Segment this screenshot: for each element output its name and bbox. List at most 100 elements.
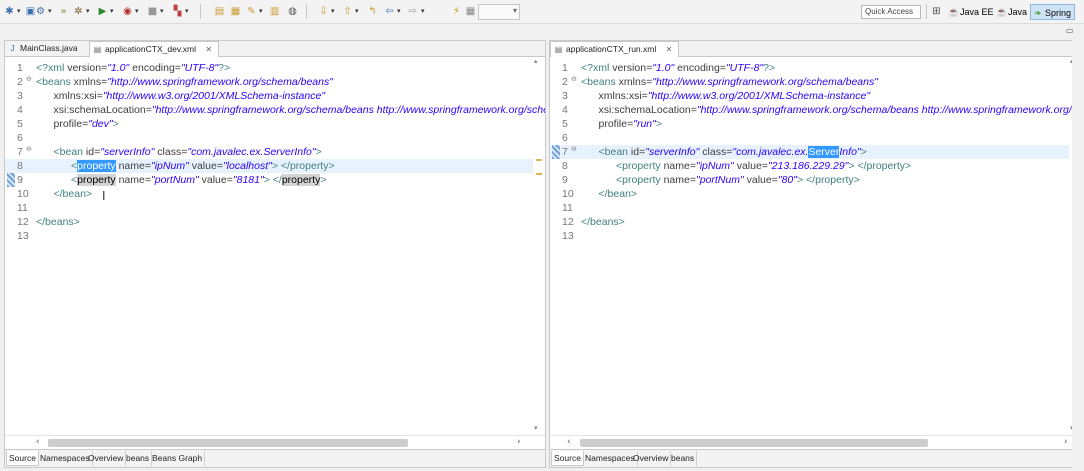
fold-toggle-icon[interactable]: ⊖ xyxy=(26,73,32,87)
close-icon[interactable]: ✕ xyxy=(205,45,212,54)
fold-toggle-icon[interactable]: ⊖ xyxy=(571,73,577,87)
prev-annotation-icon[interactable]: ⇧ xyxy=(341,5,354,18)
code-line[interactable]: 7 ⊖ <bean id="serverInfo" class="com.java… xyxy=(5,145,533,159)
quick-access-input[interactable]: Quick Access xyxy=(861,5,921,19)
code-line[interactable]: 11 xyxy=(5,201,533,215)
stop-dropdown-icon[interactable]: ▾ xyxy=(160,7,164,15)
code-line[interactable]: 8 <property name="ipNum" value="localhos… xyxy=(5,159,533,173)
code-line[interactable]: 3 xmlns:xsi="http://www.w3.org/2001/XMLS… xyxy=(550,89,1069,103)
debug-dropdown-icon[interactable]: ▾ xyxy=(48,7,52,15)
code-line[interactable]: 12 </beans> xyxy=(5,215,533,229)
open-folder-icon[interactable]: ▦ xyxy=(229,5,242,18)
horizontal-scrollbar[interactable]: ‹ › xyxy=(550,435,1081,449)
perspective-spring[interactable]: ❧ Spring xyxy=(1030,4,1076,20)
bottom-tab-source[interactable]: Source xyxy=(6,451,39,466)
forward-dropdown-icon[interactable]: ▾ xyxy=(421,7,425,15)
tab-mainclass-java[interactable]: J MainClass.java xyxy=(5,41,84,57)
scrollbar-thumb[interactable] xyxy=(48,439,408,447)
new-icon[interactable]: ✱ xyxy=(3,5,16,18)
toggle-icon[interactable]: » xyxy=(57,5,70,18)
external-tools-dropdown-icon[interactable]: ▾ xyxy=(135,7,139,15)
fold-toggle-icon[interactable]: ⊖ xyxy=(571,143,577,157)
last-edit-icon[interactable]: ↰ xyxy=(366,5,379,18)
code-line[interactable]: 6 xyxy=(550,131,1069,145)
open-task-icon[interactable]: ▥ xyxy=(268,5,281,18)
tab-applicationctx-dev[interactable]: ▤ applicationCTX_dev.xml ✕ xyxy=(89,41,220,58)
code-line[interactable]: 1 <?xml version="1.0" encoding="UTF-8"?> xyxy=(5,61,533,75)
annotation-marker[interactable] xyxy=(552,145,560,159)
debug-icon[interactable]: ⚙ xyxy=(34,5,47,18)
grid-icon[interactable]: ▦ xyxy=(464,5,477,18)
bottom-tab-overview[interactable]: Overview xyxy=(86,451,127,466)
code-editor[interactable]: ▴ ▾ 1<?xml version="1.0" encoding="UTF-8… xyxy=(550,57,1081,435)
open-type-icon[interactable]: ▤ xyxy=(213,5,226,18)
bottom-tab-source[interactable]: Source xyxy=(551,451,584,466)
bottom-tab-namespaces[interactable]: Namespaces xyxy=(583,451,638,466)
stop-icon[interactable]: ■ xyxy=(146,5,159,18)
code-line[interactable]: 10 </bean> xyxy=(550,187,1069,201)
run-icon[interactable]: ▶ xyxy=(96,5,109,18)
globe-icon[interactable]: ◍ xyxy=(286,5,299,18)
close-icon[interactable]: ✕ xyxy=(666,45,673,54)
scroll-up-icon[interactable]: ▴ xyxy=(534,57,538,65)
code-line[interactable]: 1 <?xml version="1.0" encoding="UTF-8"?> xyxy=(550,61,1069,75)
code-line[interactable]: 4 xsi:schemaLocation="http://www.springf… xyxy=(5,103,545,117)
external-tools-icon[interactable]: ◉ xyxy=(121,5,134,18)
code-line[interactable]: 6 xyxy=(5,131,533,145)
prev-annotation-dropdown-icon[interactable]: ▾ xyxy=(355,7,359,15)
server-icon[interactable]: ▚ xyxy=(171,5,184,18)
perspective-java[interactable]: ☕ Java xyxy=(994,4,1030,20)
back-icon[interactable]: ⇦ xyxy=(383,5,396,18)
bottom-tab-overview[interactable]: Overview xyxy=(631,451,672,466)
code-line[interactable]: 11 xyxy=(550,201,1069,215)
code-line[interactable]: 2 ⊖ <beans xmlns="http://www.springframewo… xyxy=(550,75,1069,89)
code-line[interactable]: 7 ⊖ <bean id="serverInfo" class="com.java… xyxy=(550,145,1069,159)
scroll-right-icon[interactable]: › xyxy=(1064,437,1068,447)
bottom-tab-beans-graph[interactable]: Beans Graph xyxy=(150,451,206,466)
scrollbar-thumb[interactable] xyxy=(580,439,928,447)
code-line[interactable]: 5 profile="run"> xyxy=(550,117,1069,131)
code-editor[interactable]: I ▴ ▾ 1 <?xml version="1.0" encoding="UTF… xyxy=(5,57,545,435)
back-dropdown-icon[interactable]: ▾ xyxy=(397,7,401,15)
code-line[interactable]: 3 xmlns:xsi="http://www.w3.org/2001/XMLS… xyxy=(5,89,533,103)
bottom-tab-namespaces[interactable]: Namespaces xyxy=(38,451,93,466)
code-line[interactable]: 9 <property name="portNum" value="80"> <… xyxy=(550,173,1069,187)
new-dropdown-icon[interactable]: ▾ xyxy=(17,7,21,15)
occurrence-marker[interactable] xyxy=(536,159,542,161)
code-line[interactable]: 5 profile="dev"> xyxy=(5,117,533,131)
bottom-tab-beans[interactable]: beans xyxy=(124,451,153,466)
code-line[interactable]: 8 <property name="ipNum" value="213.186.… xyxy=(550,159,1069,173)
scroll-right-icon[interactable]: › xyxy=(517,437,521,447)
perspective-java-ee[interactable]: ☕ Java EE xyxy=(946,4,997,20)
next-annotation-icon[interactable]: ⇩ xyxy=(317,5,330,18)
code-line[interactable]: 13 xyxy=(550,229,1069,243)
toolbar-combo[interactable]: ▾ xyxy=(478,4,520,20)
code-line[interactable]: 4 xsi:schemaLocation="http://www.springf… xyxy=(550,103,1081,117)
occurrence-marker[interactable] xyxy=(536,173,542,175)
annotation-marker[interactable] xyxy=(7,173,15,187)
view-menu-icon[interactable]: ▭ xyxy=(1066,26,1080,36)
scroll-left-icon[interactable]: ‹ xyxy=(567,437,571,447)
wand-dropdown-icon[interactable]: ▾ xyxy=(259,7,263,15)
scroll-down-icon[interactable]: ▾ xyxy=(534,424,538,432)
highlight-icon[interactable]: ⚡ xyxy=(450,5,463,18)
code-line[interactable]: 13 xyxy=(5,229,533,243)
horizontal-scrollbar[interactable]: ‹ › xyxy=(5,435,545,449)
fold-toggle-icon[interactable]: ⊖ xyxy=(26,143,32,157)
run-dropdown-icon[interactable]: ▾ xyxy=(110,7,114,15)
code-line[interactable]: 9 <property name="portNum" value="8181">… xyxy=(5,173,533,187)
code-text: xmlns:xsi="http://www.w3.org/2001/XMLSch… xyxy=(581,89,871,103)
code-line[interactable]: 12 </beans> xyxy=(550,215,1069,229)
tab-applicationctx-run[interactable]: ▤ applicationCTX_run.xml ✕ xyxy=(550,41,680,58)
code-line[interactable]: 2 ⊖ <beans xmlns="http://www.springframewo… xyxy=(5,75,533,89)
bug-dropdown-icon[interactable]: ▾ xyxy=(86,7,90,15)
bug-icon[interactable]: ✲ xyxy=(72,5,85,18)
server-dropdown-icon[interactable]: ▾ xyxy=(185,7,189,15)
wand-icon[interactable]: ✎ xyxy=(245,5,258,18)
next-annotation-dropdown-icon[interactable]: ▾ xyxy=(331,7,335,15)
forward-icon[interactable]: ⇨ xyxy=(406,5,419,18)
open-perspective-icon[interactable]: ⊞ xyxy=(930,5,943,18)
code-line[interactable]: 10 </bean> xyxy=(5,187,533,201)
bottom-tab-beans[interactable]: beans xyxy=(669,451,698,466)
scroll-left-icon[interactable]: ‹ xyxy=(36,437,40,447)
